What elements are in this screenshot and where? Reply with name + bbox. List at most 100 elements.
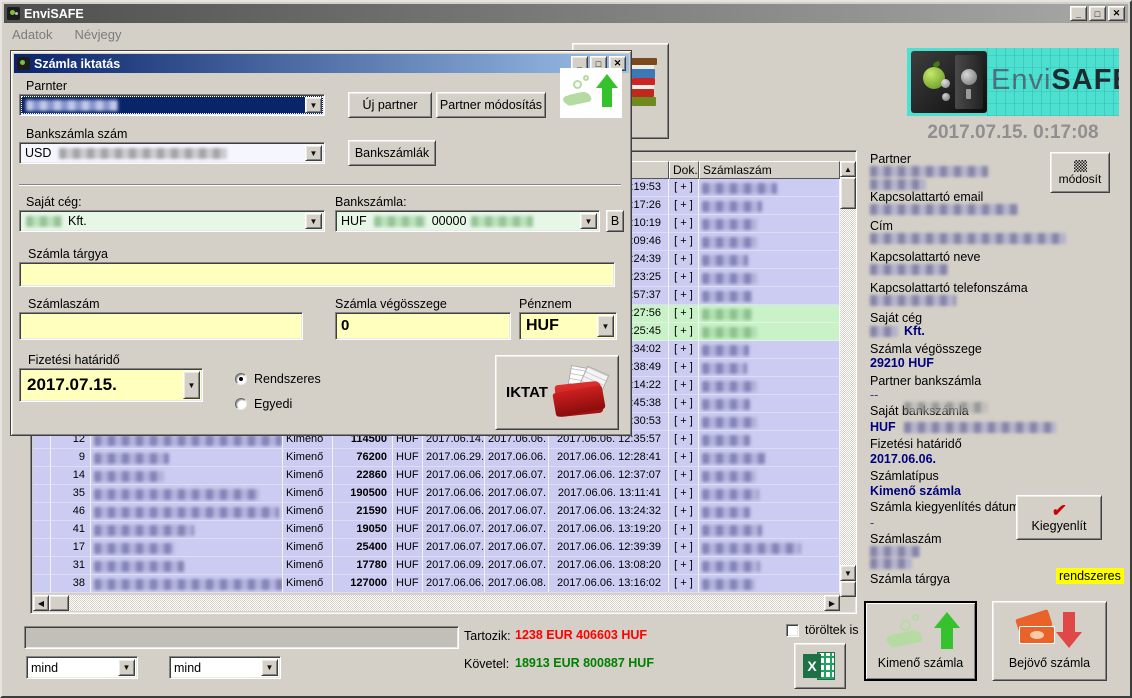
- dialog-title: Számla iktatás: [34, 57, 569, 71]
- radio-single[interactable]: [235, 398, 247, 410]
- table-row[interactable]: 31Kimenő17780HUF2017.06.09.2017.06.07.20…: [33, 557, 840, 575]
- minimize-button[interactable]: _: [1070, 6, 1087, 21]
- chevron-down-icon[interactable]: ▼: [261, 659, 278, 676]
- chevron-down-icon[interactable]: ▼: [183, 371, 200, 399]
- filter-combo-2[interactable]: mind ▼: [169, 656, 281, 679]
- currency-value: HUF: [520, 317, 559, 335]
- bank-account-redacted: [59, 148, 227, 159]
- table-vscrollbar[interactable]: ▲ ▼: [840, 161, 856, 597]
- incoming-invoice-button[interactable]: Bejövő számla: [992, 601, 1107, 681]
- menu-nevjegy[interactable]: Névjegy: [74, 27, 121, 42]
- chevron-down-icon[interactable]: ▼: [305, 213, 322, 229]
- subject-input[interactable]: [19, 262, 615, 287]
- cell-datetime: 2017.06.06. 13:16:02: [549, 575, 669, 593]
- cell-dok: [ + ]: [669, 503, 699, 521]
- excel-export-button[interactable]: X: [794, 643, 846, 689]
- cell-inv: [699, 575, 840, 593]
- deleted-checkbox[interactable]: [786, 624, 799, 637]
- app-window: EnviSAFE _ □ ✕ Adatok Névjegy: [0, 0, 1132, 698]
- dialog-titlebar[interactable]: Számla iktatás _ □ ✕: [14, 54, 629, 73]
- cell-currency: HUF: [393, 467, 423, 485]
- new-partner-button[interactable]: Új partner: [348, 92, 432, 118]
- cell-num: 9: [51, 449, 91, 467]
- settle-button[interactable]: ✔ Kiegyenlít: [1016, 495, 1102, 540]
- app-titlebar[interactable]: EnviSAFE _ □ ✕: [4, 4, 1128, 23]
- maximize-button[interactable]: □: [1089, 6, 1106, 21]
- subject-badge: rendszeres: [1056, 568, 1124, 584]
- table-hscrollbar[interactable]: ◀ ▶: [33, 595, 840, 611]
- table-row[interactable]: 14Kimenő22860HUF2017.06.06.2017.06.07.20…: [33, 467, 840, 485]
- redacted-text: [702, 489, 759, 500]
- own-bank-combo[interactable]: HUF 00000 ▼: [335, 210, 600, 232]
- chevron-down-icon[interactable]: ▼: [305, 145, 322, 161]
- menu-adatok[interactable]: Adatok: [12, 27, 52, 42]
- outgoing-invoice-button[interactable]: Kimenő számla: [864, 601, 977, 681]
- cell-currency: HUF: [393, 485, 423, 503]
- invoice-no-input[interactable]: [19, 312, 303, 340]
- cell-partner: [91, 485, 283, 503]
- table-header-invoice-no[interactable]: Számlaszám: [699, 161, 840, 179]
- deadline-value: 2017.06.06.: [870, 452, 936, 466]
- cell-partner: [91, 521, 283, 539]
- table-row[interactable]: 35Kimenő190500HUF2017.06.06.2017.06.07.2…: [33, 485, 840, 503]
- table-row[interactable]: 41Kimenő19050HUF2017.06.07.2017.06.07.20…: [33, 521, 840, 539]
- scroll-up-icon[interactable]: ▲: [840, 161, 856, 177]
- partner-combo[interactable]: ▼: [19, 94, 325, 116]
- cell-date2: 2017.06.07.: [485, 467, 549, 485]
- table-row[interactable]: 38Kimenő127000HUF2017.06.06.2017.06.08.2…: [33, 575, 840, 593]
- cell-date2: 2017.06.07.: [485, 557, 549, 575]
- cell-num: 41: [51, 521, 91, 539]
- deadline-combo[interactable]: 2017.07.15. ▼: [19, 368, 203, 402]
- bank-account-currency: USD: [20, 146, 51, 160]
- status-field[interactable]: [24, 626, 459, 649]
- cell-inv: [699, 503, 840, 521]
- b-button[interactable]: B: [606, 210, 624, 232]
- cell-dok: [ + ]: [669, 179, 699, 197]
- partner-bank-label: Partner bankszámla: [870, 374, 981, 388]
- scroll-down-icon[interactable]: ▼: [840, 565, 856, 581]
- cell-amount: 17780: [333, 557, 393, 575]
- scroll-right-icon[interactable]: ▶: [824, 595, 840, 611]
- clock: 2017.07.15. 0:17:08: [920, 122, 1106, 144]
- own-bank-currency: HUF: [336, 214, 367, 228]
- currency-combo[interactable]: HUF ▼: [519, 312, 617, 340]
- redacted-text: [94, 525, 194, 536]
- cell-date1: 2017.06.06.: [423, 467, 485, 485]
- radio-regular[interactable]: [235, 373, 247, 385]
- iktat-button[interactable]: IKTAT: [495, 355, 619, 430]
- table-row[interactable]: 9Kimenő76200HUF2017.06.29.2017.06.06.201…: [33, 449, 840, 467]
- own-bank-mid: 00000: [426, 214, 467, 228]
- cell-num: 35: [51, 485, 91, 503]
- redacted-text: [702, 417, 757, 428]
- filter-combo-1[interactable]: mind ▼: [26, 656, 138, 679]
- cell-inv: [699, 485, 840, 503]
- table-header-dok[interactable]: Dok.: [669, 161, 699, 179]
- partner-value-redacted: [870, 166, 988, 177]
- dialog-divider: [19, 184, 621, 186]
- chevron-down-icon[interactable]: ▼: [305, 97, 322, 113]
- modify-button[interactable]: módosít: [1050, 152, 1110, 193]
- cell-sp: [33, 539, 51, 557]
- invoice-no-redacted: [870, 546, 920, 557]
- scroll-left-icon[interactable]: ◀: [33, 595, 49, 611]
- chevron-down-icon[interactable]: ▼: [597, 315, 614, 337]
- chevron-down-icon[interactable]: ▼: [118, 659, 135, 676]
- modify-partner-button[interactable]: Partner módosítás: [436, 92, 546, 118]
- cell-dok: [ + ]: [669, 575, 699, 593]
- table-row[interactable]: 17Kimenő25400HUF2017.06.07.2017.06.07.20…: [33, 539, 840, 557]
- cell-inv: [699, 377, 840, 395]
- own-company-combo[interactable]: Kft. ▼: [19, 210, 325, 232]
- redacted-text: [702, 507, 750, 518]
- total-input[interactable]: 0: [335, 312, 511, 340]
- bank-account-combo[interactable]: USD ▼: [19, 142, 325, 164]
- cell-inv: [699, 233, 840, 251]
- cell-type: Kimenő: [283, 557, 333, 575]
- vscroll-thumb[interactable]: [840, 177, 856, 209]
- cell-date2: 2017.06.07.: [485, 539, 549, 557]
- close-button[interactable]: ✕: [1108, 6, 1125, 21]
- hscroll-thumb[interactable]: [49, 595, 69, 611]
- bank-accounts-button[interactable]: Bankszámlák: [348, 140, 436, 166]
- table-row[interactable]: 46Kimenő21590HUF2017.06.06.2017.06.07.20…: [33, 503, 840, 521]
- chevron-down-icon[interactable]: ▼: [580, 213, 597, 229]
- cell-datetime: 2017.06.06. 12:37:07: [549, 467, 669, 485]
